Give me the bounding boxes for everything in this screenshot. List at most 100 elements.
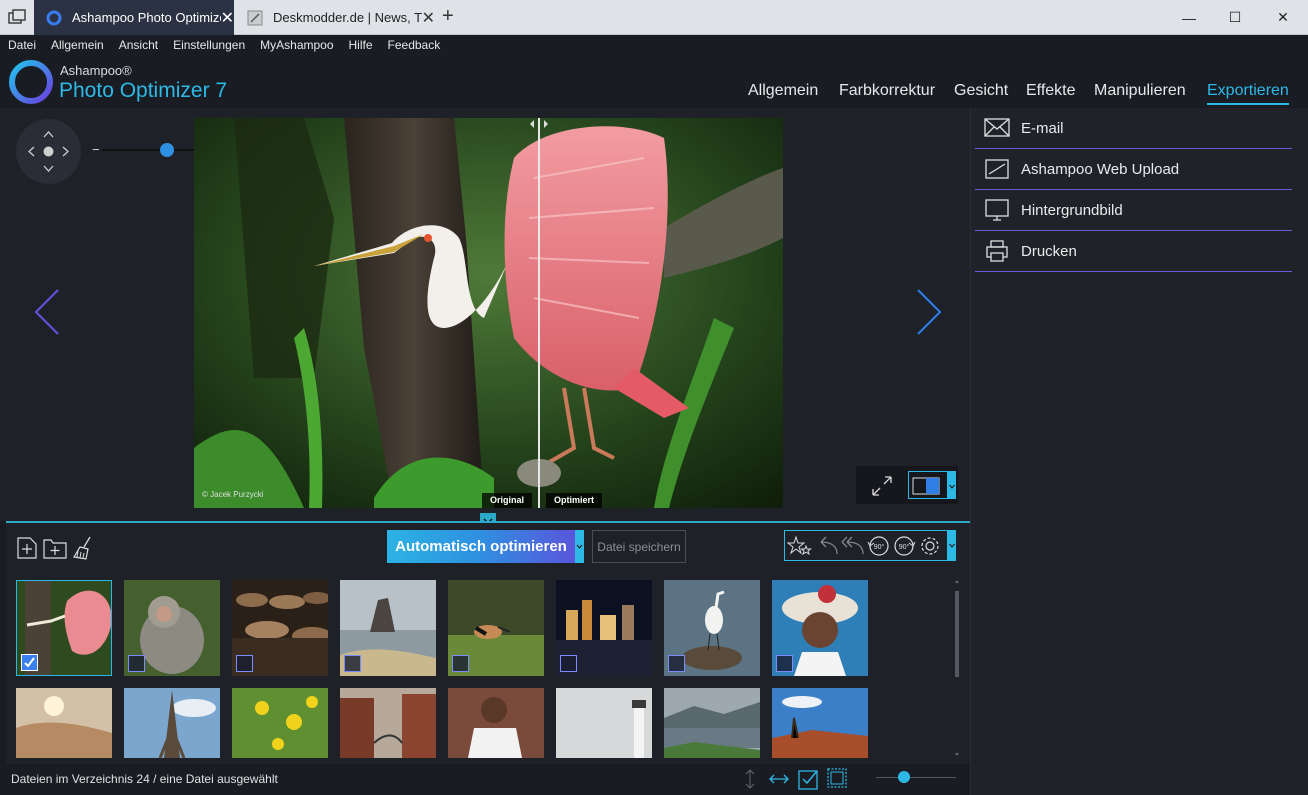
tab-exportieren[interactable]: Exportieren <box>1207 82 1289 105</box>
export-web-upload-label: Ashampoo Web Upload <box>1021 160 1180 178</box>
thumbnail-desert[interactable] <box>16 688 112 758</box>
export-print-item[interactable]: Drucken <box>975 231 1292 272</box>
thumbnail-monkey[interactable] <box>124 580 220 676</box>
close-tab-icon[interactable]: ✕ <box>422 8 435 28</box>
vertical-resize-icon[interactable] <box>742 768 758 790</box>
spoonbill-photo <box>194 118 783 508</box>
thumbnail-scrollbar-thumb[interactable] <box>955 591 959 677</box>
undo-all-icon[interactable] <box>839 534 865 558</box>
thumbnail-checkbox[interactable] <box>452 655 469 672</box>
menu-myashampoo[interactable]: MyAshampoo <box>260 38 333 52</box>
tab-ashampoo[interactable]: Ashampoo Photo Optimizer 7 ✕ <box>34 0 234 35</box>
thumbnail-brick-buildings[interactable] <box>340 688 436 758</box>
tab-effekte[interactable]: Effekte <box>1026 82 1076 100</box>
menu-allgemein[interactable]: Allgemein <box>51 38 104 52</box>
rotate-left-icon[interactable]: 90° <box>866 534 892 558</box>
thumbnail-checkbox[interactable] <box>560 655 577 672</box>
tab-overview-icon[interactable] <box>8 9 26 25</box>
thumbnail-man-portrait[interactable] <box>448 688 544 758</box>
menu-hilfe[interactable]: Hilfe <box>349 38 373 52</box>
menu-feedback[interactable]: Feedback <box>388 38 441 52</box>
chevron-down-icon <box>949 543 955 548</box>
export-email-item[interactable]: E-mail <box>975 108 1292 149</box>
thumbnail-scrollbar[interactable] <box>954 579 960 757</box>
thumbnail-checkbox[interactable] <box>128 655 145 672</box>
undo-icon[interactable] <box>815 534 839 558</box>
thumbnail-wood-logs[interactable] <box>232 580 328 676</box>
previous-image-icon[interactable] <box>32 288 62 336</box>
view-dropdown-toggle[interactable] <box>948 471 956 499</box>
auto-optimize-dropdown[interactable] <box>575 530 584 563</box>
thumbnail-beach-rock[interactable] <box>340 580 436 676</box>
thumbnail-grid <box>6 571 970 764</box>
compare-view-button[interactable] <box>908 471 948 499</box>
menu-einstellungen[interactable]: Einstellungen <box>173 38 245 52</box>
pan-arrows-icon <box>28 131 69 172</box>
rotate-right-icon[interactable]: 90° <box>891 534 917 558</box>
thumbnail-city-night[interactable] <box>556 580 652 676</box>
save-file-button[interactable]: Datei speichern <box>592 530 686 563</box>
thumbnail-eiffel-tower[interactable] <box>124 688 220 758</box>
deselect-all-icon[interactable] <box>826 767 850 791</box>
brand-top: Ashampoo® <box>60 63 132 78</box>
thumbnail-lighthouse[interactable] <box>556 688 652 758</box>
menu-ansicht[interactable]: Ansicht <box>119 38 158 52</box>
thumbnail-yellow-flowers[interactable] <box>232 688 328 758</box>
close-tab-icon[interactable]: ✕ <box>221 8 234 28</box>
chevron-down-icon <box>576 544 583 549</box>
thumbnail-checkbox[interactable] <box>344 655 361 672</box>
photo-watermark: © Jacek Purzycki <box>202 490 264 499</box>
thumbnail-checkbox[interactable] <box>21 654 38 671</box>
brand-name: Photo Optimizer 7 <box>59 79 228 102</box>
thumbnail-spoonbill[interactable] <box>16 580 112 676</box>
tab-title: Ashampoo Photo Optimizer 7 <box>72 10 221 25</box>
thumbnail-checkbox[interactable] <box>668 655 685 672</box>
auto-optimize-label: Automatisch optimieren <box>395 538 567 555</box>
menu-datei[interactable]: Datei <box>8 38 36 52</box>
new-tab-button[interactable]: + <box>442 5 454 28</box>
horizontal-resize-icon[interactable] <box>768 769 790 789</box>
select-all-icon[interactable] <box>797 767 821 791</box>
maximize-button[interactable]: ☐ <box>1212 0 1258 35</box>
auto-optimize-button[interactable]: Automatisch optimieren <box>387 530 575 563</box>
thumbnail-checkbox[interactable] <box>236 655 253 672</box>
tab-gesicht[interactable]: Gesicht <box>954 82 1008 100</box>
edit-tools-dropdown[interactable] <box>948 530 956 561</box>
chevron-down-icon <box>949 484 955 489</box>
thumbnail-woman-hat[interactable] <box>772 580 868 676</box>
minimize-button[interactable]: — <box>1166 0 1212 35</box>
tab-manipulieren[interactable]: Manipulieren <box>1094 82 1186 100</box>
export-email-label: E-mail <box>1021 119 1064 137</box>
pan-navigator[interactable] <box>16 119 81 184</box>
export-wallpaper-item[interactable]: Hintergrundbild <box>975 190 1292 231</box>
ashampoo-favicon-icon <box>46 10 62 25</box>
fullscreen-icon[interactable] <box>870 474 894 498</box>
image-viewer-pane: − + <box>0 108 970 521</box>
tab-allgemein[interactable]: Allgemein <box>748 82 818 100</box>
tab-farbkorrektur[interactable]: Farbkorrektur <box>839 82 935 100</box>
rotate-left-label: 90° <box>874 543 885 551</box>
main-photo[interactable]: © Jacek Purzycki Original Optimiert <box>194 118 783 508</box>
thumbnail-egret[interactable] <box>664 580 760 676</box>
thumbnail-checkbox[interactable] <box>776 655 793 672</box>
rating-stars-icon[interactable] <box>787 534 813 558</box>
split-view-icon <box>912 477 940 495</box>
zoom-slider-thumb[interactable] <box>159 143 174 157</box>
add-file-icon[interactable] <box>16 536 38 560</box>
zoom-minus[interactable]: − <box>92 142 100 157</box>
tab-deskmodder[interactable]: Deskmodder.de | News, Tipps ✕ <box>235 0 435 35</box>
thumbnail-size-slider-track[interactable] <box>876 777 956 778</box>
upload-icon <box>985 159 1009 179</box>
thumbnail-size-slider-thumb[interactable] <box>898 771 910 783</box>
export-web-upload-item[interactable]: Ashampoo Web Upload <box>975 149 1292 190</box>
thumbnail-hoopoe[interactable] <box>448 580 544 676</box>
close-window-button[interactable]: ✕ <box>1260 0 1306 35</box>
thumbnail-fjord[interactable] <box>664 688 760 758</box>
thumbnail-canyon[interactable] <box>772 688 868 758</box>
view-controls <box>856 466 958 504</box>
gear-icon[interactable] <box>918 534 942 558</box>
add-folder-icon[interactable] <box>42 536 68 560</box>
export-panel: E-mail Ashampoo Web Upload Hintergrundbi… <box>970 108 1308 795</box>
next-image-icon[interactable] <box>914 288 944 336</box>
clear-list-broom-icon[interactable] <box>72 535 96 561</box>
